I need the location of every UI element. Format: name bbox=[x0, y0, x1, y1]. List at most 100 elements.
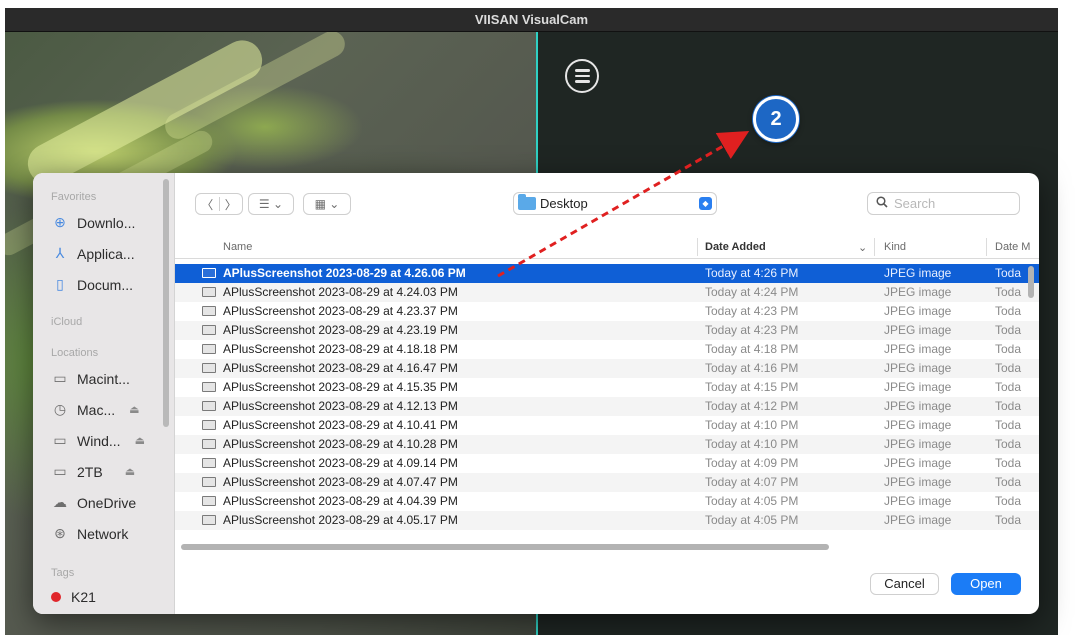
file-kind: JPEG image bbox=[884, 361, 952, 375]
file-kind: JPEG image bbox=[884, 342, 952, 356]
column-divider[interactable] bbox=[986, 238, 987, 256]
sidebar-item-downloads[interactable]: ⊕ Downlo... bbox=[51, 214, 135, 231]
file-row[interactable]: APlusScreenshot 2023-08-29 at 4.09.14 PM… bbox=[175, 454, 1039, 473]
back-button[interactable]: 〈 bbox=[196, 196, 219, 213]
file-date-added: Today at 4:26 PM bbox=[705, 266, 799, 280]
download-icon: ⊕ bbox=[54, 214, 66, 230]
column-header-kind[interactable]: Kind bbox=[884, 241, 906, 253]
file-row[interactable]: APlusScreenshot 2023-08-29 at 4.23.37 PM… bbox=[175, 302, 1039, 321]
file-row[interactable]: APlusScreenshot 2023-08-29 at 4.26.06 PM… bbox=[175, 264, 1039, 283]
file-row[interactable]: APlusScreenshot 2023-08-29 at 4.10.28 PM… bbox=[175, 435, 1039, 454]
sidebar-item-applications[interactable]: ⅄ Applica... bbox=[51, 245, 135, 262]
open-button[interactable]: Open bbox=[951, 573, 1021, 595]
file-row[interactable]: APlusScreenshot 2023-08-29 at 4.15.35 PM… bbox=[175, 378, 1039, 397]
file-row[interactable]: APlusScreenshot 2023-08-29 at 4.16.47 PM… bbox=[175, 359, 1039, 378]
file-date-added: Today at 4:05 PM bbox=[705, 494, 799, 508]
window-title: VIISAN VisualCam bbox=[5, 8, 1058, 32]
sidebar-item-macintosh[interactable]: ▭ Macint... bbox=[51, 370, 130, 387]
horizontal-scrollbar[interactable] bbox=[181, 544, 829, 550]
sidebar-item-label: Mac... bbox=[77, 401, 116, 418]
file-date-modified: Toda bbox=[995, 437, 1022, 451]
popup-stepper-icon: ◆ bbox=[699, 197, 712, 210]
drive-icon: ▭ bbox=[53, 432, 67, 448]
file-name: APlusScreenshot 2023-08-29 at 4.24.03 PM bbox=[223, 285, 458, 299]
drive-icon: ▭ bbox=[53, 370, 67, 386]
column-header-date-added[interactable]: Date Added bbox=[705, 241, 766, 253]
image-file-icon bbox=[202, 439, 216, 449]
sidebar-item-label: OneDrive bbox=[77, 494, 137, 511]
sidebar-item-network[interactable]: ⊛ Network bbox=[51, 525, 128, 542]
menu-icon-line bbox=[574, 80, 590, 83]
file-name: APlusScreenshot 2023-08-29 at 4.04.39 PM bbox=[223, 494, 458, 508]
file-name: APlusScreenshot 2023-08-29 at 4.10.41 PM bbox=[223, 418, 458, 432]
sidebar-heading-icloud: iCloud bbox=[51, 316, 83, 328]
file-row[interactable]: APlusScreenshot 2023-08-29 at 4.04.39 PM… bbox=[175, 492, 1039, 511]
sidebar-heading-tags: Tags bbox=[51, 567, 75, 579]
sidebar-heading-favorites: Favorites bbox=[51, 191, 97, 203]
search-icon bbox=[876, 196, 888, 211]
file-date-added: Today at 4:10 PM bbox=[705, 418, 799, 432]
list-view-button[interactable]: ☰ ⌄ bbox=[248, 193, 294, 215]
folder-icon bbox=[518, 194, 536, 210]
file-row[interactable]: APlusScreenshot 2023-08-29 at 4.24.03 PM… bbox=[175, 283, 1039, 302]
eject-icon[interactable]: ⏏ bbox=[135, 434, 145, 447]
file-date-modified: Toda bbox=[995, 361, 1022, 375]
file-date-added: Today at 4:09 PM bbox=[705, 456, 799, 470]
file-date-modified: Toda bbox=[995, 475, 1022, 489]
column-header-date-modified[interactable]: Date M bbox=[995, 241, 1030, 253]
file-list-header: Name Date Added ⌄ Kind Date M bbox=[175, 235, 1039, 259]
search-input[interactable] bbox=[894, 196, 1004, 211]
eject-icon[interactable]: ⏏ bbox=[129, 403, 139, 416]
sidebar-scrollbar[interactable] bbox=[163, 179, 169, 427]
image-file-icon bbox=[202, 458, 216, 468]
sidebar-item-tag-k21[interactable]: K21 bbox=[51, 589, 96, 605]
vertical-scrollbar[interactable] bbox=[1028, 266, 1034, 298]
file-row[interactable]: APlusScreenshot 2023-08-29 at 4.12.13 PM… bbox=[175, 397, 1039, 416]
column-divider[interactable] bbox=[874, 238, 875, 256]
sidebar-item-2tb[interactable]: ▭ 2TB ⏏ bbox=[51, 463, 135, 480]
forward-button[interactable]: 〉 bbox=[220, 196, 243, 213]
file-date-added: Today at 4:23 PM bbox=[705, 304, 799, 318]
file-kind: JPEG image bbox=[884, 399, 952, 413]
image-file-icon bbox=[202, 287, 216, 297]
grid-view-button[interactable]: ▦ ⌄ bbox=[303, 193, 351, 215]
sidebar-item-label: K21 bbox=[71, 589, 96, 605]
file-name: APlusScreenshot 2023-08-29 at 4.05.17 PM bbox=[223, 513, 458, 527]
file-date-modified: Toda bbox=[995, 342, 1022, 356]
file-kind: JPEG image bbox=[884, 380, 952, 394]
image-file-icon bbox=[202, 325, 216, 335]
file-row[interactable]: APlusScreenshot 2023-08-29 at 4.18.18 PM… bbox=[175, 340, 1039, 359]
cloud-icon: ☁ bbox=[53, 494, 67, 510]
file-row[interactable]: APlusScreenshot 2023-08-29 at 4.07.47 PM… bbox=[175, 473, 1039, 492]
cancel-button[interactable]: Cancel bbox=[870, 573, 939, 595]
column-header-name[interactable]: Name bbox=[223, 241, 252, 253]
sidebar-item-windows[interactable]: ▭ Wind... ⏏ bbox=[51, 432, 145, 449]
drive-icon: ▭ bbox=[53, 463, 67, 479]
network-icon: ⊛ bbox=[54, 525, 66, 541]
file-name: APlusScreenshot 2023-08-29 at 4.16.47 PM bbox=[223, 361, 458, 375]
file-date-modified: Toda bbox=[995, 494, 1022, 508]
file-name: APlusScreenshot 2023-08-29 at 4.09.14 PM bbox=[223, 456, 458, 470]
image-file-icon bbox=[202, 382, 216, 392]
menu-button[interactable] bbox=[565, 59, 599, 93]
file-kind: JPEG image bbox=[884, 323, 952, 337]
image-file-icon bbox=[202, 401, 216, 411]
file-date-added: Today at 4:23 PM bbox=[705, 323, 799, 337]
applications-icon: ⅄ bbox=[55, 245, 65, 261]
sort-indicator-icon: ⌄ bbox=[858, 242, 868, 254]
search-field[interactable] bbox=[867, 192, 1020, 215]
image-file-icon bbox=[202, 496, 216, 506]
sidebar-item-onedrive[interactable]: ☁ OneDrive bbox=[51, 494, 136, 511]
file-kind: JPEG image bbox=[884, 475, 952, 489]
file-row[interactable]: APlusScreenshot 2023-08-29 at 4.05.17 PM… bbox=[175, 511, 1039, 530]
column-divider[interactable] bbox=[697, 238, 698, 256]
location-popup[interactable]: Desktop ◆ bbox=[513, 192, 717, 215]
file-date-added: Today at 4:15 PM bbox=[705, 380, 799, 394]
sidebar-item-documents[interactable]: ▯ Docum... bbox=[51, 276, 133, 293]
image-file-icon bbox=[202, 477, 216, 487]
eject-icon[interactable]: ⏏ bbox=[125, 465, 135, 478]
file-date-modified: Toda bbox=[995, 418, 1022, 432]
file-row[interactable]: APlusScreenshot 2023-08-29 at 4.23.19 PM… bbox=[175, 321, 1039, 340]
file-row[interactable]: APlusScreenshot 2023-08-29 at 4.10.41 PM… bbox=[175, 416, 1039, 435]
sidebar-item-mac[interactable]: ◷ Mac... ⏏ bbox=[51, 401, 140, 418]
